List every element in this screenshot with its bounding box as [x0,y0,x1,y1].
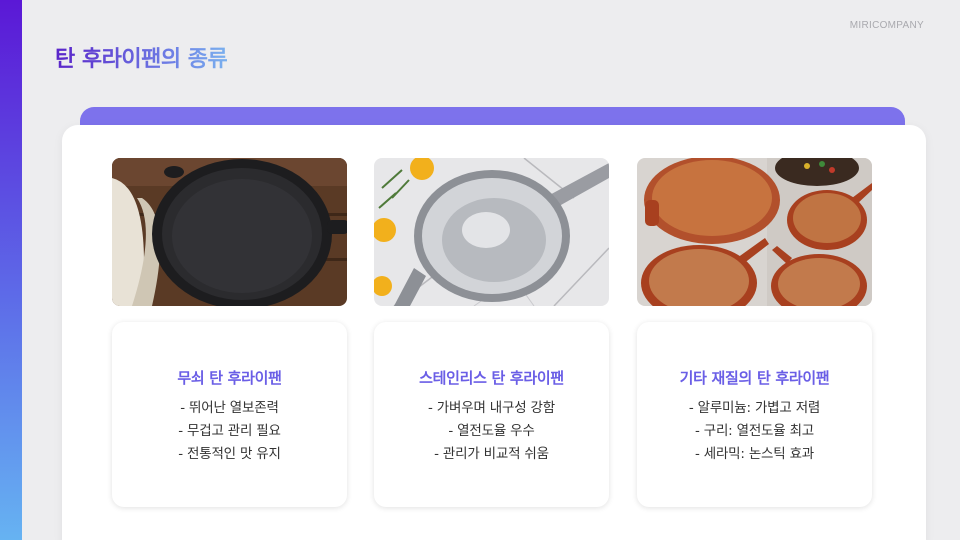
text-card-other-materials: 기타 재질의 탄 후라이팬 - 알루미늄: 가볍고 저렴 - 구리: 열전도율 … [637,322,872,507]
card-line: - 뛰어난 열보존력 [180,400,279,416]
card-line: - 열전도율 우수 [448,423,535,439]
card-line: - 알루미늄: 가볍고 저렴 [688,400,821,416]
cast-iron-pan-image [112,158,347,306]
company-name: MIRICOMPANY [849,20,924,31]
text-card-stainless: 스테인리스 탄 후라이팬 - 가벼우며 내구성 강함 - 열전도율 우수 - 관… [374,322,609,507]
card-line: - 관리가 비교적 쉬움 [434,446,549,462]
card-description: - 알루미늄: 가볍고 저렴 - 구리: 열전도율 최고 - 세라믹: 논스틱 … [637,397,872,466]
card-line: - 무겁고 관리 필요 [178,423,281,439]
stainless-pan-photo [374,158,609,306]
left-accent-bar [0,0,22,540]
cast-iron-pan-photo [112,158,347,306]
card-line: - 구리: 열전도율 최고 [694,423,815,439]
text-card-cast-iron: 무쇠 탄 후라이팬 - 뛰어난 열보존력 - 무겁고 관리 필요 - 전통적인 … [112,322,347,507]
card-title: 무쇠 탄 후라이팬 [177,369,282,387]
page-title: 탄 후라이팬의 종류 [55,41,228,73]
card-line: - 전통적인 맛 유지 [178,446,281,462]
copper-pans-photo [637,158,872,306]
card-line: - 가벼우며 내구성 강함 [428,400,555,416]
card-description: - 가벼우며 내구성 강함 - 열전도율 우수 - 관리가 비교적 쉬움 [374,397,609,466]
card-description: - 뛰어난 열보존력 - 무겁고 관리 필요 - 전통적인 맛 유지 [112,397,347,466]
stainless-pan-image [374,158,609,306]
copper-pans-image [637,158,872,306]
card-line: - 세라믹: 논스틱 효과 [694,446,815,462]
card-title: 기타 재질의 탄 후라이팬 [679,369,830,387]
card-title: 스테인리스 탄 후라이팬 [419,369,564,387]
slide: MIRICOMPANY 탄 후라이팬의 종류 무쇠 탄 후라이팬 - 뛰어난 열… [0,0,960,540]
